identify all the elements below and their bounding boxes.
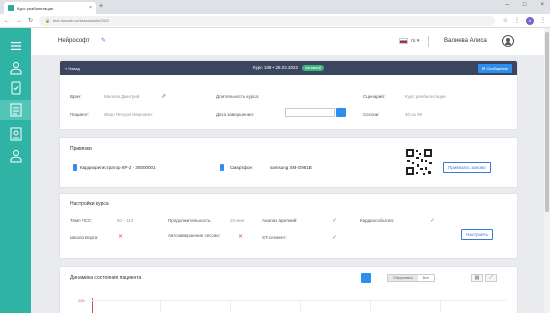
brand-name: Нейрософт [58,38,90,44]
duration-setting-value: 25 мин [230,218,245,223]
open-link-icon[interactable]: ⇗ [161,93,166,100]
device-icon [73,164,77,171]
autoend-label: Автозавершение сессии: [168,233,221,238]
url-text: test.domain.ru/sessions/id/2022 [53,18,110,23]
reload-icon[interactable]: ↻ [28,17,33,24]
borg-off-icon: ✕ [118,234,124,240]
arrhythmia-on-icon: ✓ [332,218,338,224]
qr-code-icon [405,148,433,176]
scrollbar-thumb[interactable] [545,32,549,212]
autoend-off-icon: ✕ [238,234,244,240]
arrhythmia-label: Анализ аритмий: [262,218,298,223]
chart-gridline [440,300,441,313]
hr-value: 90 - 110 [117,218,134,223]
sessions-label: Сессии: [363,112,380,117]
doctor-icon[interactable] [0,146,31,166]
session-card: « Назад Курс 188 • 28.03.2022 Активный ✉… [59,60,518,130]
phone-device-icon[interactable] [0,78,31,98]
dynamics-card: Динамика состояния пациента Оперативно В… [59,266,518,313]
calendar-icon[interactable] [336,108,346,117]
duration-label: Длительность курса: [216,94,260,99]
maximize-icon[interactable]: □ [523,2,527,8]
y-axis-max: 200 [78,298,85,303]
course-settings-card: Настройки курса Темп ЧСС: 90 - 110 Шкала… [59,193,518,259]
window-controls: – □ × [506,2,544,8]
chart-gridline [160,300,161,313]
tab-title: Курс реабилитации [17,5,54,11]
message-button[interactable]: ✉ Сообщение [477,64,512,73]
chart-gridline [300,300,301,313]
close-window-icon[interactable]: × [540,2,544,8]
borg-label: Шкала Борга: [70,235,99,240]
chevron-down-icon: ▾ [415,38,420,44]
duration-setting-label: Продолжительность: [168,218,212,223]
session-title-text: Курс 188 • 28.03.2022 [253,65,298,70]
browser-tabbar: Курс реабилитации × + – □ × [0,0,550,14]
cardio-events-on-icon: ✓ [430,218,436,224]
st-label: ST-сегмент: [262,235,287,240]
lock-icon: 🔒 [45,18,51,23]
print-icon[interactable]: ▤ [471,274,483,282]
hr-label: Темп ЧСС: [70,218,93,223]
flag-icon [399,38,408,44]
profile-icon[interactable]: A [526,16,534,25]
star-icon[interactable]: ☆ [503,17,508,24]
user-name[interactable]: Валиева Алиса [444,38,487,44]
session-bar: « Назад Курс 188 • 28.03.2022 Активный ✉… [60,61,517,75]
patients-icon[interactable] [0,58,31,78]
smartphone-icon [220,164,224,171]
new-tab-icon[interactable]: + [99,3,103,11]
divider [428,36,429,47]
rebind-button[interactable]: Привязать заново [443,162,491,173]
chart-gridline [370,300,371,313]
export-icon[interactable] [361,273,371,283]
language-select[interactable]: ru ▾ [399,38,419,44]
sessions-value: 40 из 90 [405,112,423,117]
app-header: Нейрософт ✎ ru ▾ Валиева Алиса [31,28,550,55]
course-settings-title: Настройки курса [70,201,109,207]
toggle-all[interactable]: Все [418,275,434,281]
scenario-label: Сценарий: [363,94,386,99]
configure-button[interactable]: Настроить [461,229,493,240]
bindings-title: Привязки [70,146,92,152]
favicon-icon [8,5,14,11]
menu-icon[interactable] [0,36,31,56]
device2-label: Смартфон [230,165,253,170]
dynamics-title: Динамика состояния пациента [70,275,142,281]
chart-icon[interactable]: ⟋ [485,274,497,282]
chart-gridline [230,300,231,313]
message-button-label: Сообщение [486,66,508,71]
documents-icon[interactable] [0,124,31,144]
page-scrollbar[interactable] [544,28,550,313]
avatar[interactable] [502,35,514,47]
minimize-icon[interactable]: – [506,2,509,8]
cardio-events-label: Кардиособытия: [360,218,395,223]
device2-value: samsung SM-G981B [270,165,312,170]
more-icon[interactable]: ⋮ [540,17,546,24]
doctor-label: Врач: [70,94,82,99]
forward-arrow-icon[interactable]: → [16,18,22,24]
browser-tab[interactable]: Курс реабилитации × [4,2,96,14]
status-badge: Активный [302,65,324,71]
back-arrow-icon[interactable]: ← [4,18,10,24]
scenario-value: Курс реабилитации [405,94,446,99]
device1-label: Кардиорегистратор КР-2 - 30000001 [80,165,156,170]
sidebar [0,28,31,313]
address-bar: ← → ↻ 🔒 test.domain.ru/sessions/id/2022 … [0,14,550,28]
extensions-icon[interactable]: ⋮ [514,17,520,24]
sessions-icon[interactable] [0,100,31,120]
patient-value: Иван Петров Иванович [104,112,153,117]
end-date-input[interactable] [285,108,335,117]
view-toggle: Оперативно Все [387,274,435,282]
end-date-label: Дата завершения: [216,112,254,117]
bindings-card: Привязки Кардиорегистратор КР-2 - 300000… [59,137,518,188]
url-field[interactable]: 🔒 test.domain.ru/sessions/id/2022 [39,15,495,26]
toggle-operative[interactable]: Оперативно [388,275,418,281]
doctor-value: Малков Дмитрий [104,94,140,99]
edit-icon[interactable]: ✎ [101,37,106,44]
patient-label: Пациент: [70,112,90,117]
session-title: Курс 188 • 28.03.2022 Активный [60,65,517,71]
st-on-icon: ✓ [332,235,338,241]
close-tab-icon[interactable]: × [89,5,92,11]
